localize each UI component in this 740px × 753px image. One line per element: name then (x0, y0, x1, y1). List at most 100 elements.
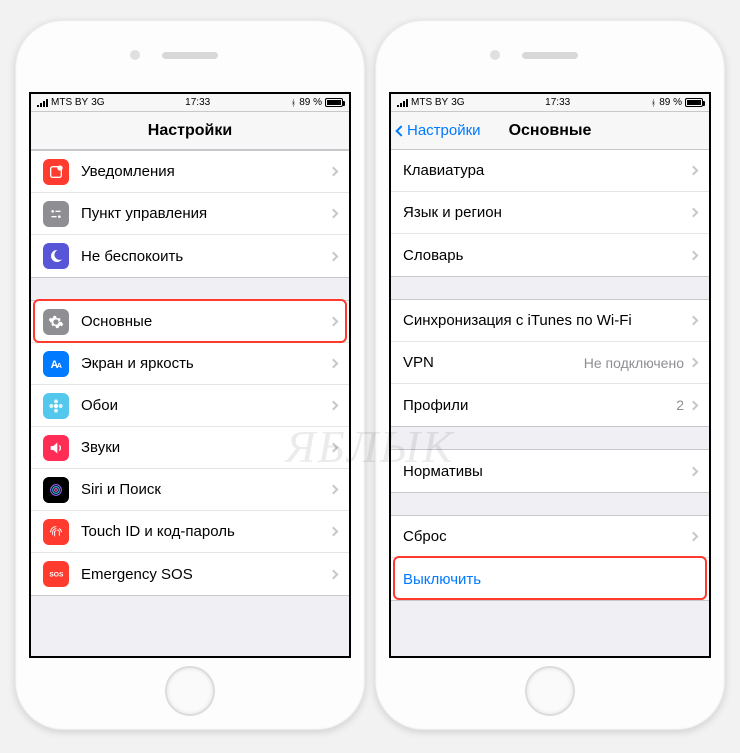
row-label: Язык и регион (403, 204, 690, 221)
carrier-label: MTS BY (411, 97, 448, 108)
status-bar: MTS BY 3G 17:33 ᚼ 89 % (31, 94, 349, 112)
home-button[interactable] (165, 666, 215, 716)
phone-right: MTS BY 3G 17:33 ᚼ 89 % Настройки Основны… (375, 20, 725, 730)
row-label: Экран и яркость (81, 355, 330, 372)
svg-text:A: A (57, 361, 63, 370)
chevron-right-icon (329, 251, 339, 261)
chevron-right-icon (329, 569, 339, 579)
flower-icon (43, 393, 69, 419)
network-label: 3G (91, 97, 104, 108)
row-language[interactable]: Язык и регион (391, 192, 709, 234)
home-button[interactable] (525, 666, 575, 716)
settings-list[interactable]: Уведомления Пункт управления Не беспокои… (31, 150, 349, 656)
row-label: Клавиатура (403, 162, 690, 179)
chevron-right-icon (329, 209, 339, 219)
signal-icon (37, 99, 48, 107)
row-dnd[interactable]: Не беспокоить (31, 235, 349, 277)
row-general[interactable]: Основные (31, 301, 349, 343)
back-button[interactable]: Настройки (397, 112, 481, 149)
screen-right: MTS BY 3G 17:33 ᚼ 89 % Настройки Основны… (389, 92, 711, 658)
row-sos[interactable]: SOS Emergency SOS (31, 553, 349, 595)
row-label: VPN (403, 354, 584, 371)
speaker-icon (43, 435, 69, 461)
row-label: Пункт управления (81, 205, 330, 222)
chevron-left-icon (395, 125, 406, 136)
bluetooth-icon: ᚼ (291, 98, 296, 108)
row-value: Не подключено (584, 355, 684, 371)
carrier-label: MTS BY (51, 97, 88, 108)
chevron-right-icon (329, 317, 339, 327)
chevron-right-icon (689, 250, 699, 260)
row-dictionary[interactable]: Словарь (391, 234, 709, 276)
bluetooth-icon: ᚼ (651, 98, 656, 108)
nav-bar: Настройки Основные (391, 112, 709, 150)
row-reset[interactable]: Сброс (391, 516, 709, 558)
chevron-right-icon (689, 466, 699, 476)
row-keyboard[interactable]: Клавиатура (391, 150, 709, 192)
row-label: Словарь (403, 247, 690, 264)
row-label: Звуки (81, 439, 330, 456)
back-label: Настройки (407, 122, 481, 139)
chevron-right-icon (329, 401, 339, 411)
gear-icon (43, 309, 69, 335)
row-label: Обои (81, 397, 330, 414)
chevron-right-icon (329, 443, 339, 453)
battery-icon (685, 98, 703, 107)
network-label: 3G (451, 97, 464, 108)
chevron-right-icon (689, 358, 699, 368)
clock: 17:33 (105, 97, 291, 108)
screen-left: MTS BY 3G 17:33 ᚼ 89 % Настройки Уведомл… (29, 92, 351, 658)
control-center-icon (43, 201, 69, 227)
row-notifications[interactable]: Уведомления (31, 151, 349, 193)
row-label: Сброс (403, 528, 690, 545)
row-label: Нормативы (403, 463, 690, 480)
svg-text:SOS: SOS (49, 572, 64, 579)
moon-icon (43, 243, 69, 269)
row-itunes-wifi[interactable]: Синхронизация с iTunes по Wi-Fi (391, 300, 709, 342)
row-label: Siri и Поиск (81, 481, 330, 498)
chevron-right-icon (689, 400, 699, 410)
row-regulatory[interactable]: Нормативы (391, 450, 709, 492)
battery-percent: 89 % (299, 97, 322, 108)
siri-icon (43, 477, 69, 503)
phone-left: MTS BY 3G 17:33 ᚼ 89 % Настройки Уведомл… (15, 20, 365, 730)
row-control-center[interactable]: Пункт управления (31, 193, 349, 235)
row-wallpaper[interactable]: Обои (31, 385, 349, 427)
row-label: Уведомления (81, 163, 330, 180)
chevron-right-icon (689, 166, 699, 176)
row-vpn[interactable]: VPNНе подключено (391, 342, 709, 384)
row-display[interactable]: AA Экран и яркость (31, 343, 349, 385)
chevron-right-icon (329, 167, 339, 177)
clock: 17:33 (465, 97, 651, 108)
row-value: 2 (676, 397, 684, 413)
row-shutdown[interactable]: Выключить (391, 558, 709, 600)
row-label: Touch ID и код-пароль (81, 523, 330, 540)
row-label: Не беспокоить (81, 248, 330, 265)
general-list[interactable]: Клавиатура Язык и регион Словарь Синхрон… (391, 150, 709, 656)
signal-icon (397, 99, 408, 107)
row-profiles[interactable]: Профили2 (391, 384, 709, 426)
row-label: Emergency SOS (81, 566, 330, 583)
page-title: Основные (509, 122, 592, 140)
page-title: Настройки (148, 122, 232, 140)
battery-icon (325, 98, 343, 107)
row-label: Выключить (403, 571, 697, 588)
status-bar: MTS BY 3G 17:33 ᚼ 89 % (391, 94, 709, 112)
row-label: Синхронизация с iTunes по Wi-Fi (403, 312, 690, 329)
row-touchid[interactable]: Touch ID и код-пароль (31, 511, 349, 553)
chevron-right-icon (329, 485, 339, 495)
notifications-icon (43, 159, 69, 185)
row-label: Профили (403, 397, 676, 414)
row-label: Основные (81, 313, 330, 330)
display-icon: AA (43, 351, 69, 377)
chevron-right-icon (329, 359, 339, 369)
fingerprint-icon (43, 519, 69, 545)
row-sounds[interactable]: Звуки (31, 427, 349, 469)
battery-percent: 89 % (659, 97, 682, 108)
row-siri[interactable]: Siri и Поиск (31, 469, 349, 511)
nav-bar: Настройки (31, 112, 349, 150)
chevron-right-icon (689, 208, 699, 218)
sos-icon: SOS (43, 561, 69, 587)
chevron-right-icon (689, 316, 699, 326)
chevron-right-icon (329, 527, 339, 537)
